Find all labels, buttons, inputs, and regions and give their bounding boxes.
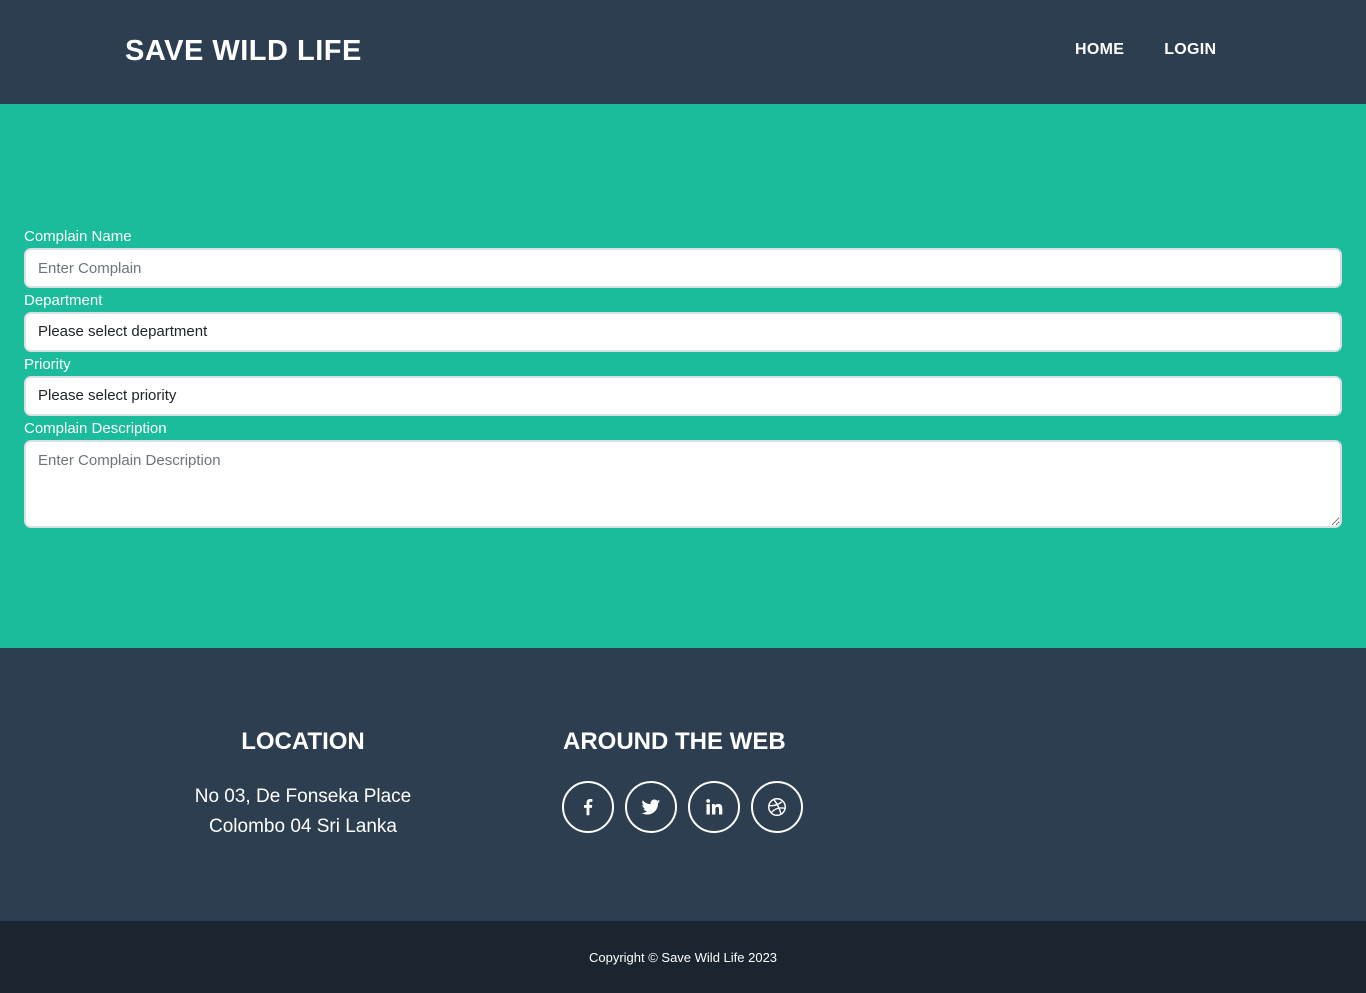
twitter-icon — [640, 796, 662, 818]
linkedin-link[interactable] — [688, 781, 740, 833]
priority-label: Priority — [24, 356, 71, 373]
address-line-1: No 03, De Fonseka Place — [194, 786, 412, 807]
complain-description-label: Complain Description — [24, 420, 167, 437]
priority-select[interactable]: Please select priority — [24, 376, 1342, 416]
department-label: Department — [24, 292, 103, 309]
footer: LOCATION No 03, De Fonseka Place Colombo… — [0, 648, 1366, 921]
twitter-link[interactable] — [625, 781, 677, 833]
nav-link-login[interactable]: LOGIN — [1164, 41, 1216, 59]
brand-logo-link[interactable]: SAVE WILD LIFE — [125, 35, 362, 68]
nav-link-home[interactable]: HOME — [1075, 41, 1124, 59]
priority-selected-value: Please select priority — [38, 387, 177, 404]
nav-links: HOME LOGIN — [1075, 41, 1216, 59]
around-the-web-heading: AROUND THE WEB — [563, 728, 786, 755]
social-links — [562, 781, 814, 833]
complaint-section: Complain Name Department Please select d… — [0, 104, 1366, 648]
department-select[interactable]: Please select department — [24, 312, 1342, 352]
copyright-bar: Copyright © Save Wild Life 2023 — [0, 921, 1366, 993]
address-line-2: Colombo 04 Sri Lanka — [209, 816, 397, 837]
copyright-text: Copyright © Save Wild Life 2023 — [588, 950, 778, 965]
linkedin-icon — [704, 797, 724, 817]
dribbble-link[interactable] — [751, 781, 803, 833]
dribbble-icon — [766, 796, 788, 818]
navbar: SAVE WILD LIFE HOME LOGIN — [0, 0, 1366, 104]
complaint-form: Complain Name Department Please select d… — [24, 228, 1342, 532]
complain-name-label: Complain Name — [24, 228, 132, 245]
facebook-link[interactable] — [562, 781, 614, 833]
department-selected-value: Please select department — [38, 323, 208, 340]
facebook-icon — [577, 796, 599, 818]
location-heading: LOCATION — [241, 728, 365, 755]
complain-description-textarea[interactable] — [24, 440, 1342, 528]
complain-name-input[interactable] — [24, 248, 1342, 288]
